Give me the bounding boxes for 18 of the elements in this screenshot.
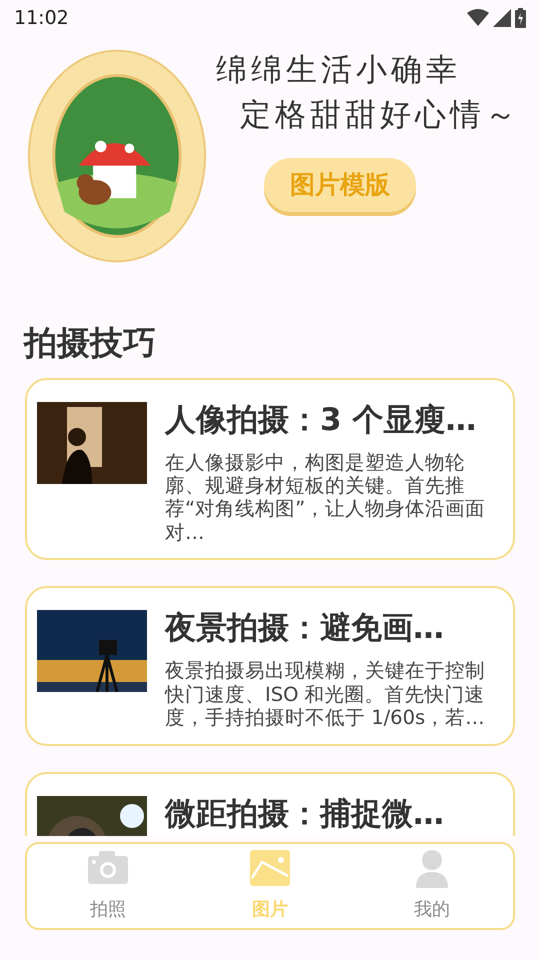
tip-card[interactable]: 夜景拍摄：避免画… 夜景拍摄易出现模糊，关键在于控制快门速度、ISO 和光圈。首先快门速度，手持拍摄时不低于 1/60s，若…	[25, 586, 515, 746]
tab-button[interactable]: 拍照	[86, 842, 130, 929]
tip-title: 微距拍摄：捕捉微…	[165, 796, 445, 833]
tip-card[interactable]: 人像拍摄：3 个显瘦… 在人像摄影中，构图是塑造人物轮廓、规避身材短板的关键。首先推荐“对角线构图”，让人物身体沿画面对…	[25, 378, 515, 560]
status-time: 11:02	[14, 6, 69, 31]
tab-button[interactable]: 我的	[410, 842, 454, 929]
tip-card[interactable]: 微距拍摄：捕捉微…	[25, 772, 515, 836]
tip-description: 在人像摄影中，构图是塑造人物轮廓、规避身材短板的关键。首先推荐“对角线构图”，让人物身体沿画面对…	[165, 450, 486, 544]
slogan-text: 定格甜甜好心情～	[239, 97, 520, 134]
image-icon	[248, 848, 292, 888]
battery-icon	[515, 8, 526, 28]
tip-title: 夜景拍摄：避免画…	[165, 610, 445, 648]
tip-description: 夜景拍摄易出现模糊，关键在于控制快门速度、ISO 和光圈。首先快门速度，手持拍摄时不低于 1/60s，若…	[165, 659, 486, 730]
slogan-text: 绵绵生活小确幸	[216, 52, 462, 90]
wifi-icon	[467, 9, 489, 27]
signal-icon	[493, 9, 511, 27]
section-title: 拍摄技巧	[22, 322, 157, 364]
tip-title: 人像拍摄：3 个显瘦…	[165, 402, 478, 439]
